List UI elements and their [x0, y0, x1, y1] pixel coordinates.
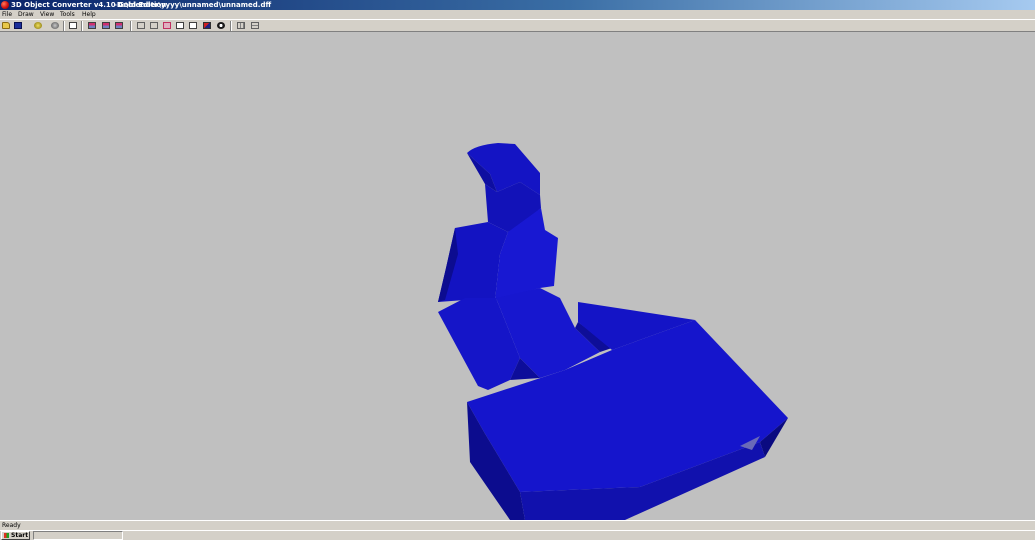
grid-options-icon: [251, 22, 259, 29]
texture-button[interactable]: [216, 21, 226, 30]
toolbar-separator: [81, 21, 83, 31]
start-label: Start: [11, 532, 29, 539]
view-front-button[interactable]: [136, 21, 146, 30]
window-file-path: -D:\blender\yyyy\unnamed\unnamed.dff: [114, 1, 272, 9]
title-bar[interactable]: 3D Object Converter v4.10 Gold Edition -…: [0, 0, 1035, 10]
view-top-icon: [176, 22, 184, 29]
start-button[interactable]: Start: [1, 531, 30, 540]
print-icon: [69, 22, 77, 29]
grid-icon: [237, 22, 245, 29]
blue-model: [438, 143, 788, 520]
toolbar-separator: [230, 21, 232, 31]
taskbar-app-slot[interactable]: [33, 531, 123, 540]
settings-button[interactable]: [50, 21, 60, 30]
windows-flag-icon: [4, 533, 9, 538]
print-button[interactable]: [68, 21, 78, 30]
menu-view[interactable]: View: [40, 10, 54, 19]
menu-tools[interactable]: Tools: [60, 10, 75, 19]
open-button[interactable]: [1, 21, 11, 30]
save-icon: [14, 22, 22, 29]
view-top-button[interactable]: [175, 21, 185, 30]
view-side-button[interactable]: [162, 21, 172, 30]
snapshot-icon: [115, 22, 123, 29]
toolbar-separator: [63, 21, 65, 31]
view-side-icon: [163, 22, 171, 29]
app-window: 3D Object Converter v4.10 Gold Edition -…: [0, 0, 1035, 540]
wireframe-button[interactable]: [188, 21, 198, 30]
snapshot-button-2[interactable]: [101, 21, 111, 30]
app-icon[interactable]: [1, 1, 9, 9]
3d-model-render[interactable]: [0, 32, 1035, 520]
3d-viewport[interactable]: [0, 32, 1035, 520]
shaded-button[interactable]: [202, 21, 212, 30]
reload-icon: [34, 22, 42, 29]
status-text: Ready: [2, 522, 21, 529]
menu-help[interactable]: Help: [82, 10, 96, 19]
menu-file[interactable]: File: [2, 10, 12, 19]
snapshot-icon: [88, 22, 96, 29]
view-back-icon: [150, 22, 158, 29]
menu-bar: File Draw View Tools Help: [0, 10, 1035, 19]
toolbar-separator: [130, 21, 132, 31]
save-button[interactable]: [13, 21, 23, 30]
settings-icon: [51, 22, 59, 29]
view-back-button[interactable]: [149, 21, 159, 30]
grid-button[interactable]: [236, 21, 246, 30]
snapshot-button-1[interactable]: [87, 21, 97, 30]
view-front-icon: [137, 22, 145, 29]
wireframe-icon: [189, 22, 197, 29]
taskbar: Start: [0, 530, 1035, 540]
menu-draw[interactable]: Draw: [18, 10, 34, 19]
open-folder-icon: [2, 22, 10, 29]
toolbar: [0, 19, 1035, 32]
grid-options-button[interactable]: [250, 21, 260, 30]
status-bar: Ready: [0, 520, 1035, 530]
snapshot-icon: [102, 22, 110, 29]
texture-icon: [217, 22, 225, 29]
snapshot-button-3[interactable]: [114, 21, 124, 30]
shaded-icon: [203, 22, 211, 29]
reload-button[interactable]: [33, 21, 43, 30]
